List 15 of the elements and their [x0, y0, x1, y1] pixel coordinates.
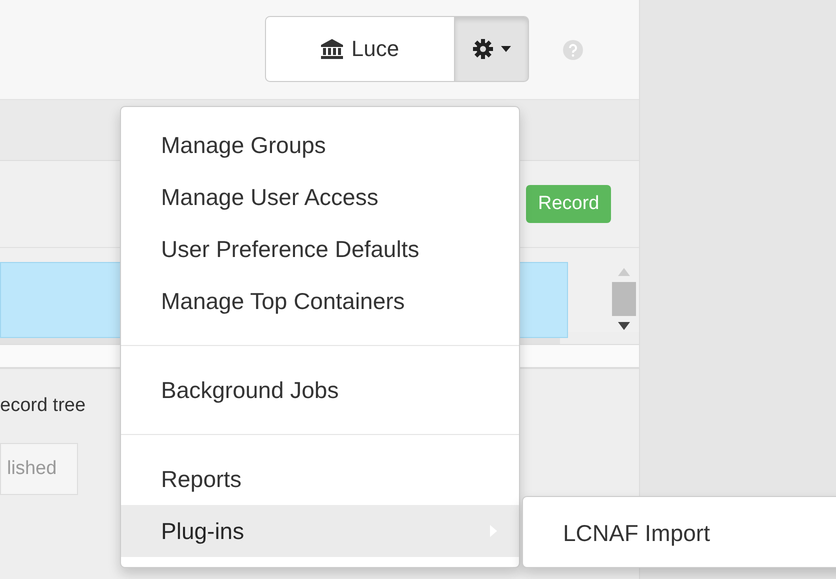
gear-icon: [472, 38, 493, 58]
menu-item[interactable]: Background Jobs: [121, 364, 519, 416]
menu-item[interactable]: Reports: [121, 453, 519, 505]
tree-toggle-link[interactable]: ecord tree: [0, 395, 86, 417]
settings-button[interactable]: [455, 16, 530, 82]
repository-button[interactable]: Luce: [265, 16, 456, 82]
menu-item[interactable]: Manage Top Containers: [121, 275, 519, 327]
scroll-down-arrow-icon[interactable]: [618, 322, 630, 330]
submenu-item[interactable]: LCNAF Import: [523, 507, 836, 559]
caret-icon: [500, 46, 511, 52]
menu-item[interactable]: Plug-ins: [121, 505, 519, 557]
building-icon: [321, 38, 344, 58]
menu-item[interactable]: Manage User Access: [121, 171, 519, 223]
menu-item[interactable]: User Preference Defaults: [121, 223, 519, 275]
menu-item[interactable]: Manage Groups: [121, 119, 519, 171]
